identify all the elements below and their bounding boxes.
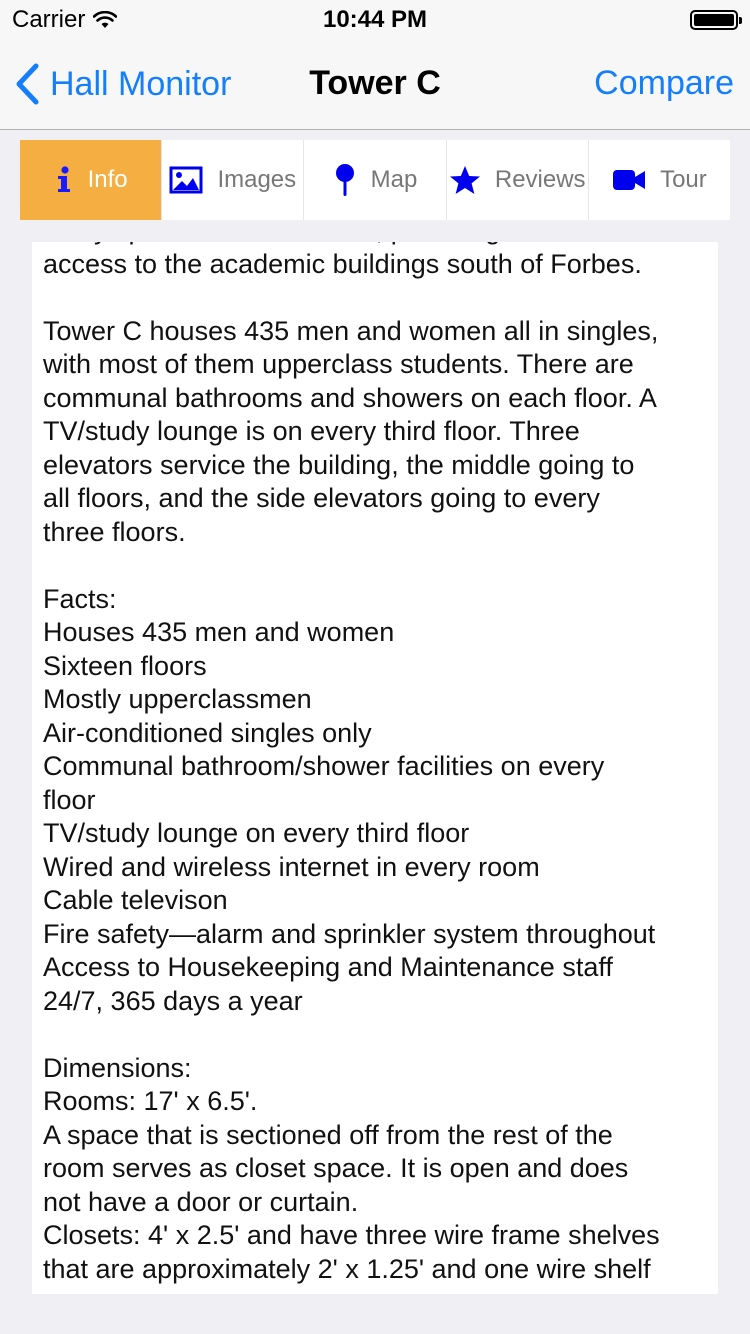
status-bar: Carrier 10:44 PM: [0, 0, 750, 40]
tab-info[interactable]: Info: [20, 140, 163, 220]
star-icon: [449, 166, 480, 194]
tab-images-label: Images: [217, 166, 297, 193]
tab-reviews-label: Reviews: [494, 166, 586, 193]
tab-tour-label: Tour: [660, 166, 707, 193]
tab-map[interactable]: Map: [304, 140, 447, 220]
navigation-bar: Hall Monitor Tower C Compare: [0, 40, 750, 130]
tab-images[interactable]: Images: [162, 140, 305, 220]
back-button-label: Hall Monitor: [50, 64, 232, 103]
tab-bar: Info Images Map Reviews Tour: [20, 140, 730, 220]
tab-tour[interactable]: Tour: [589, 140, 730, 220]
map-pin-icon: [335, 164, 354, 196]
video-camera-icon: [613, 170, 646, 190]
battery-icon: [690, 10, 742, 30]
back-button[interactable]: Hall Monitor: [14, 62, 231, 106]
image-icon: [169, 166, 203, 194]
compare-button[interactable]: Compare: [594, 64, 734, 103]
description-text: lobby spans Forbes Avenue, providing con…: [43, 242, 660, 1284]
tab-map-label: Map: [370, 166, 418, 193]
chevron-left-icon: [16, 63, 39, 105]
status-time: 10:44 PM: [322, 6, 428, 33]
info-icon: [57, 166, 70, 192]
tab-reviews[interactable]: Reviews: [447, 140, 589, 220]
description-panel[interactable]: lobby spans Forbes Avenue, providing con…: [32, 242, 718, 1294]
tab-info-label: Info: [87, 166, 128, 193]
